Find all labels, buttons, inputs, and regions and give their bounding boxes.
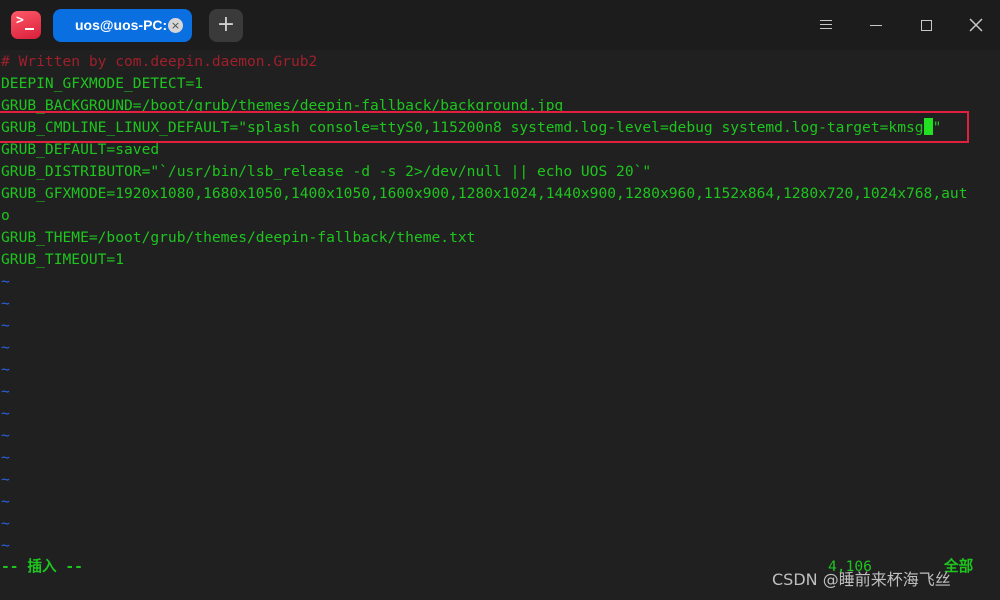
empty-line-tilde: ~ <box>1 339 10 356</box>
empty-line-tilde: ~ <box>1 515 10 532</box>
empty-line-tilde: ~ <box>1 273 10 290</box>
editor-line: GRUB_GFXMODE=1920x1080,1680x1050,1400x10… <box>1 185 968 202</box>
empty-line-tilde: ~ <box>1 449 10 466</box>
close-icon[interactable] <box>964 13 988 37</box>
empty-line-tilde: ~ <box>1 427 10 444</box>
empty-line-tilde: ~ <box>1 295 10 312</box>
empty-line-tilde: ~ <box>1 383 10 400</box>
terminal-content[interactable]: # Written by com.deepin.daemon.Grub2 DEE… <box>0 50 1000 600</box>
csdn-watermark: CSDN @睡前来杯海飞丝 <box>772 570 951 589</box>
new-tab-button[interactable]: + <box>209 9 243 42</box>
editor-line-wrap: o <box>1 207 10 224</box>
editor-line: GRUB_TIMEOUT=1 <box>1 251 125 268</box>
empty-line-tilde: ~ <box>1 493 10 510</box>
empty-line-tilde: ~ <box>1 537 10 554</box>
title-bar: > uos@uos-PC: ~ × + <box>0 0 1000 50</box>
insert-mode-indicator: -- 插入 -- <box>1 558 83 575</box>
terminal-window: > uos@uos-PC: ~ × + # Written by com.dee… <box>0 0 1000 600</box>
maximize-icon[interactable] <box>914 13 938 37</box>
editor-line: DEEPIN_GFXMODE_DETECT=1 <box>1 75 204 92</box>
terminal-tab[interactable]: uos@uos-PC: ~ × <box>53 9 192 42</box>
editor-line: GRUB_THEME=/boot/grub/themes/deepin-fall… <box>1 229 476 246</box>
menu-icon[interactable] <box>814 13 838 37</box>
editor-line: GRUB_DISTRIBUTOR="`/usr/bin/lsb_release … <box>1 163 652 180</box>
editor-line-comment: # Written by com.deepin.daemon.Grub2 <box>1 53 318 70</box>
terminal-app-icon: > <box>11 11 41 39</box>
empty-line-tilde: ~ <box>1 471 10 488</box>
minimize-icon[interactable] <box>864 13 888 37</box>
empty-line-tilde: ~ <box>1 361 10 378</box>
empty-line-tilde: ~ <box>1 405 10 422</box>
tab-title: uos@uos-PC: ~ <box>75 17 180 33</box>
prompt-glyph: > <box>16 13 24 28</box>
tab-close-icon[interactable]: × <box>168 18 183 33</box>
highlight-annotation-box <box>0 111 969 143</box>
empty-line-tilde: ~ <box>1 317 10 334</box>
prompt-cursor-glyph <box>25 28 34 30</box>
